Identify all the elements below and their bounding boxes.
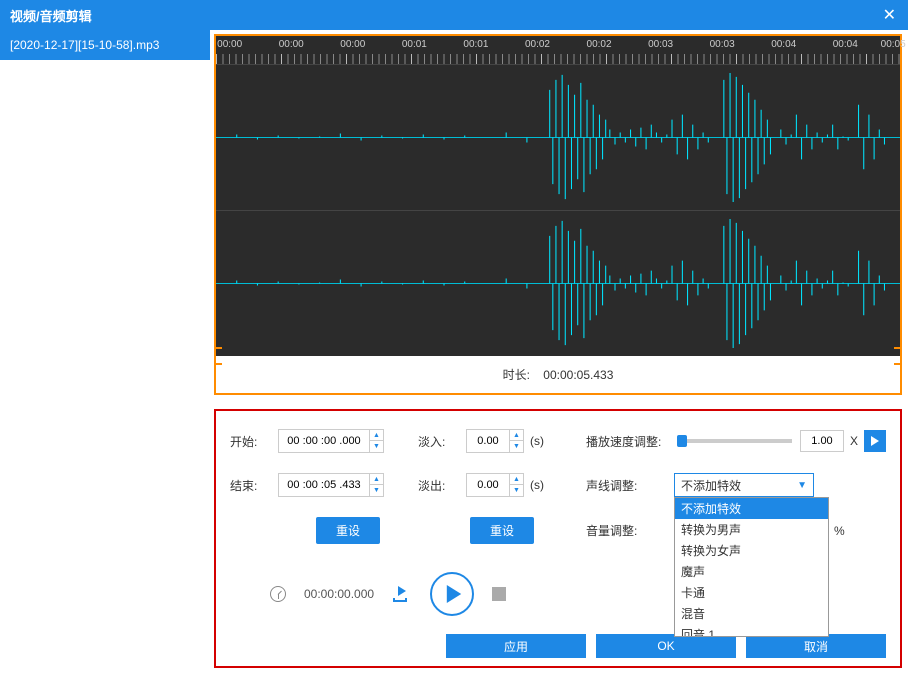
file-item[interactable]: [2020-12-17][15-10-58].mp3	[0, 30, 210, 60]
duration-value: 00:00:05.433	[543, 368, 613, 382]
spinner-down-icon[interactable]: ▼	[510, 485, 523, 496]
voice-label: 声线调整:	[586, 477, 674, 494]
voice-dropdown[interactable]: 不添加特效 ▼	[674, 473, 814, 497]
voice-option[interactable]: 混音	[675, 603, 828, 624]
stop-button[interactable]	[492, 587, 506, 601]
duration-bar: 时长: 00:00:05.433	[216, 356, 900, 393]
end-label: 结束:	[230, 477, 278, 494]
window-title: 视频/音频剪辑	[10, 6, 92, 25]
trim-handle-right[interactable]	[894, 347, 902, 365]
chevron-down-icon: ▼	[797, 480, 807, 491]
spinner-down-icon[interactable]: ▼	[370, 485, 383, 496]
volume-unit: %	[834, 524, 845, 538]
time-ruler[interactable]: 00:00 00:00 00:00 00:01 00:01 00:02 00:0…	[216, 36, 900, 64]
start-label: 开始:	[230, 433, 278, 450]
fadeout-input[interactable]: ▲▼	[466, 473, 524, 497]
spinner-down-icon[interactable]: ▼	[510, 441, 523, 452]
speed-slider[interactable]	[682, 439, 792, 443]
voice-option[interactable]: 魔声	[675, 561, 828, 582]
controls-panel: 开始: ▲▼ 淡入: ▲▼ (s) 播放速度调整:	[214, 409, 902, 668]
waveform-left-channel[interactable]	[216, 64, 900, 210]
play-button[interactable]	[430, 572, 474, 616]
speed-preview-button[interactable]	[864, 430, 886, 452]
playback-time: 00:00:00.000	[304, 587, 374, 601]
trim-handle-left[interactable]	[214, 347, 222, 365]
voice-option[interactable]: 转换为女声	[675, 540, 828, 561]
voice-option[interactable]: 回音 1	[675, 624, 828, 637]
spinner-down-icon[interactable]: ▼	[370, 441, 383, 452]
close-icon[interactable]: ✕	[883, 5, 896, 25]
spinner-up-icon[interactable]: ▲	[370, 430, 383, 441]
volume-label: 音量调整:	[586, 522, 674, 539]
cancel-button[interactable]: 取消	[746, 634, 886, 658]
spinner-up-icon[interactable]: ▲	[510, 430, 523, 441]
voice-option[interactable]: 不添加特效	[675, 498, 828, 519]
speed-label: 播放速度调整:	[586, 433, 674, 450]
reset-time-button[interactable]: 重设	[316, 517, 380, 544]
start-time-input[interactable]: ▲▼	[278, 429, 384, 453]
spinner-up-icon[interactable]: ▲	[370, 474, 383, 485]
spinner-up-icon[interactable]: ▲	[510, 474, 523, 485]
waveform-container: 00:00 00:00 00:00 00:01 00:01 00:02 00:0…	[214, 34, 902, 395]
waveform-right-channel[interactable]	[216, 210, 900, 356]
voice-option[interactable]: 卡通	[675, 582, 828, 603]
reset-fade-button[interactable]: 重设	[470, 517, 534, 544]
voice-option[interactable]: 转换为男声	[675, 519, 828, 540]
fadein-label: 淡入:	[418, 433, 466, 450]
file-list-sidebar: [2020-12-17][15-10-58].mp3	[0, 30, 210, 676]
speed-value-input[interactable]	[800, 430, 844, 452]
fadein-input[interactable]: ▲▼	[466, 429, 524, 453]
voice-dropdown-list[interactable]: 不添加特效 转换为男声 转换为女声 魔声 卡通 混音 回音 1 回音 2	[674, 497, 829, 637]
ok-button[interactable]: OK	[596, 634, 736, 658]
duration-label: 时长:	[503, 368, 530, 382]
clock-icon	[270, 586, 286, 602]
title-bar: 视频/音频剪辑 ✕	[0, 0, 908, 30]
fadeout-label: 淡出:	[418, 477, 466, 494]
export-icon[interactable]	[392, 584, 412, 605]
end-time-input[interactable]: ▲▼	[278, 473, 384, 497]
apply-button[interactable]: 应用	[446, 634, 586, 658]
